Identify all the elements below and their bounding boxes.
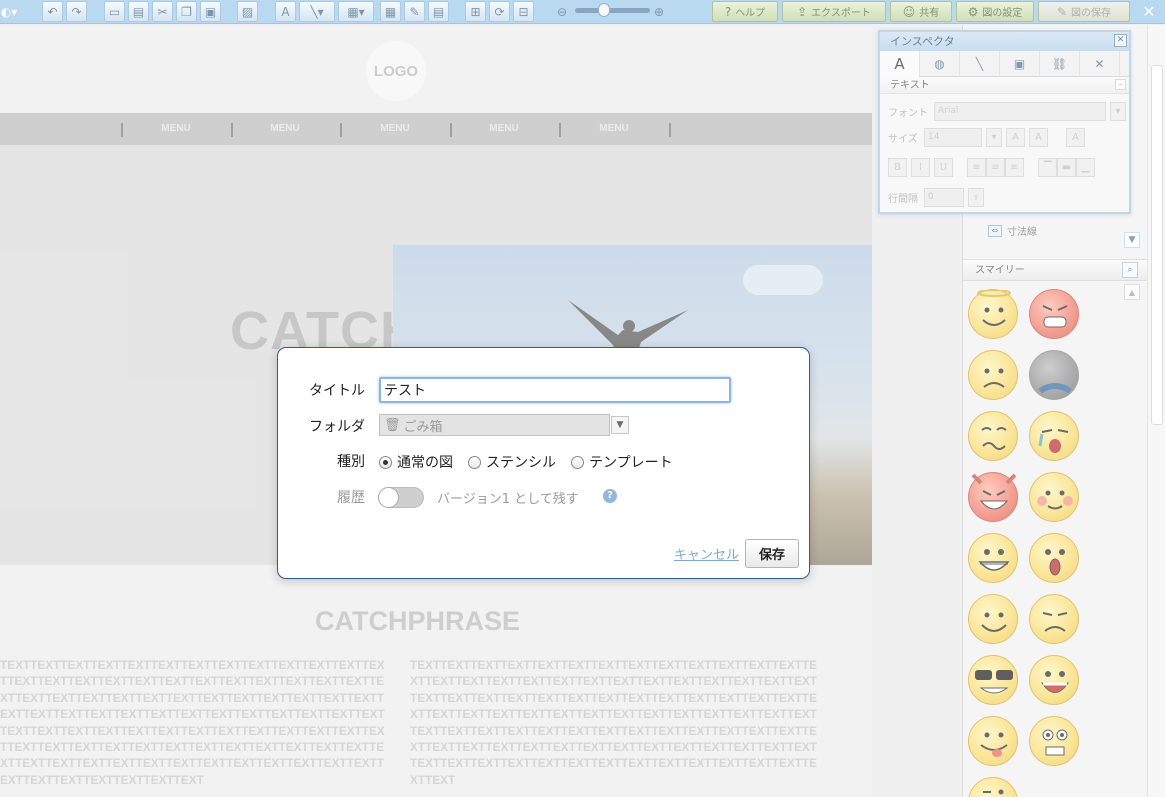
type-radio-label: テンプレート xyxy=(589,455,673,471)
history-label: 履歴 xyxy=(337,490,365,506)
title-input[interactable] xyxy=(379,377,731,403)
folder-label: フォルダ xyxy=(309,419,365,435)
type-radio-group: 通常の図 ステンシル テンプレート xyxy=(379,452,688,472)
title-label: タイトル xyxy=(309,383,365,399)
radio-checked-icon xyxy=(379,455,392,469)
type-radio-template[interactable]: テンプレート xyxy=(571,452,673,472)
save-diagram-dialog: タイトル フォルダ 🗑 ごみ箱 ▼ 種別 通常の図 ステンシル テンプレート 履… xyxy=(277,347,810,579)
trash-icon: 🗑 xyxy=(384,417,401,433)
radio-unchecked-icon xyxy=(468,455,481,469)
type-radio-label: 通常の図 xyxy=(397,455,453,471)
history-toggle[interactable] xyxy=(378,487,424,508)
toggle-knob xyxy=(378,487,399,508)
chevron-down-icon: ▼ xyxy=(616,420,624,430)
help-icon[interactable]: ? xyxy=(603,489,617,503)
type-radio-stencil[interactable]: ステンシル xyxy=(468,452,556,472)
folder-dropdown-button[interactable]: ▼ xyxy=(611,416,629,434)
save-button[interactable]: 保存 xyxy=(745,539,799,568)
radio-unchecked-icon xyxy=(571,455,584,469)
history-description: バージョン1 として残す xyxy=(437,492,579,507)
folder-value: ごみ箱 xyxy=(403,419,443,435)
cancel-button[interactable]: キャンセル xyxy=(674,544,739,563)
type-label: 種別 xyxy=(337,454,365,470)
type-radio-label: ステンシル xyxy=(486,455,556,471)
type-radio-normal[interactable]: 通常の図 xyxy=(379,452,453,472)
folder-select[interactable]: 🗑 ごみ箱 xyxy=(379,414,610,436)
